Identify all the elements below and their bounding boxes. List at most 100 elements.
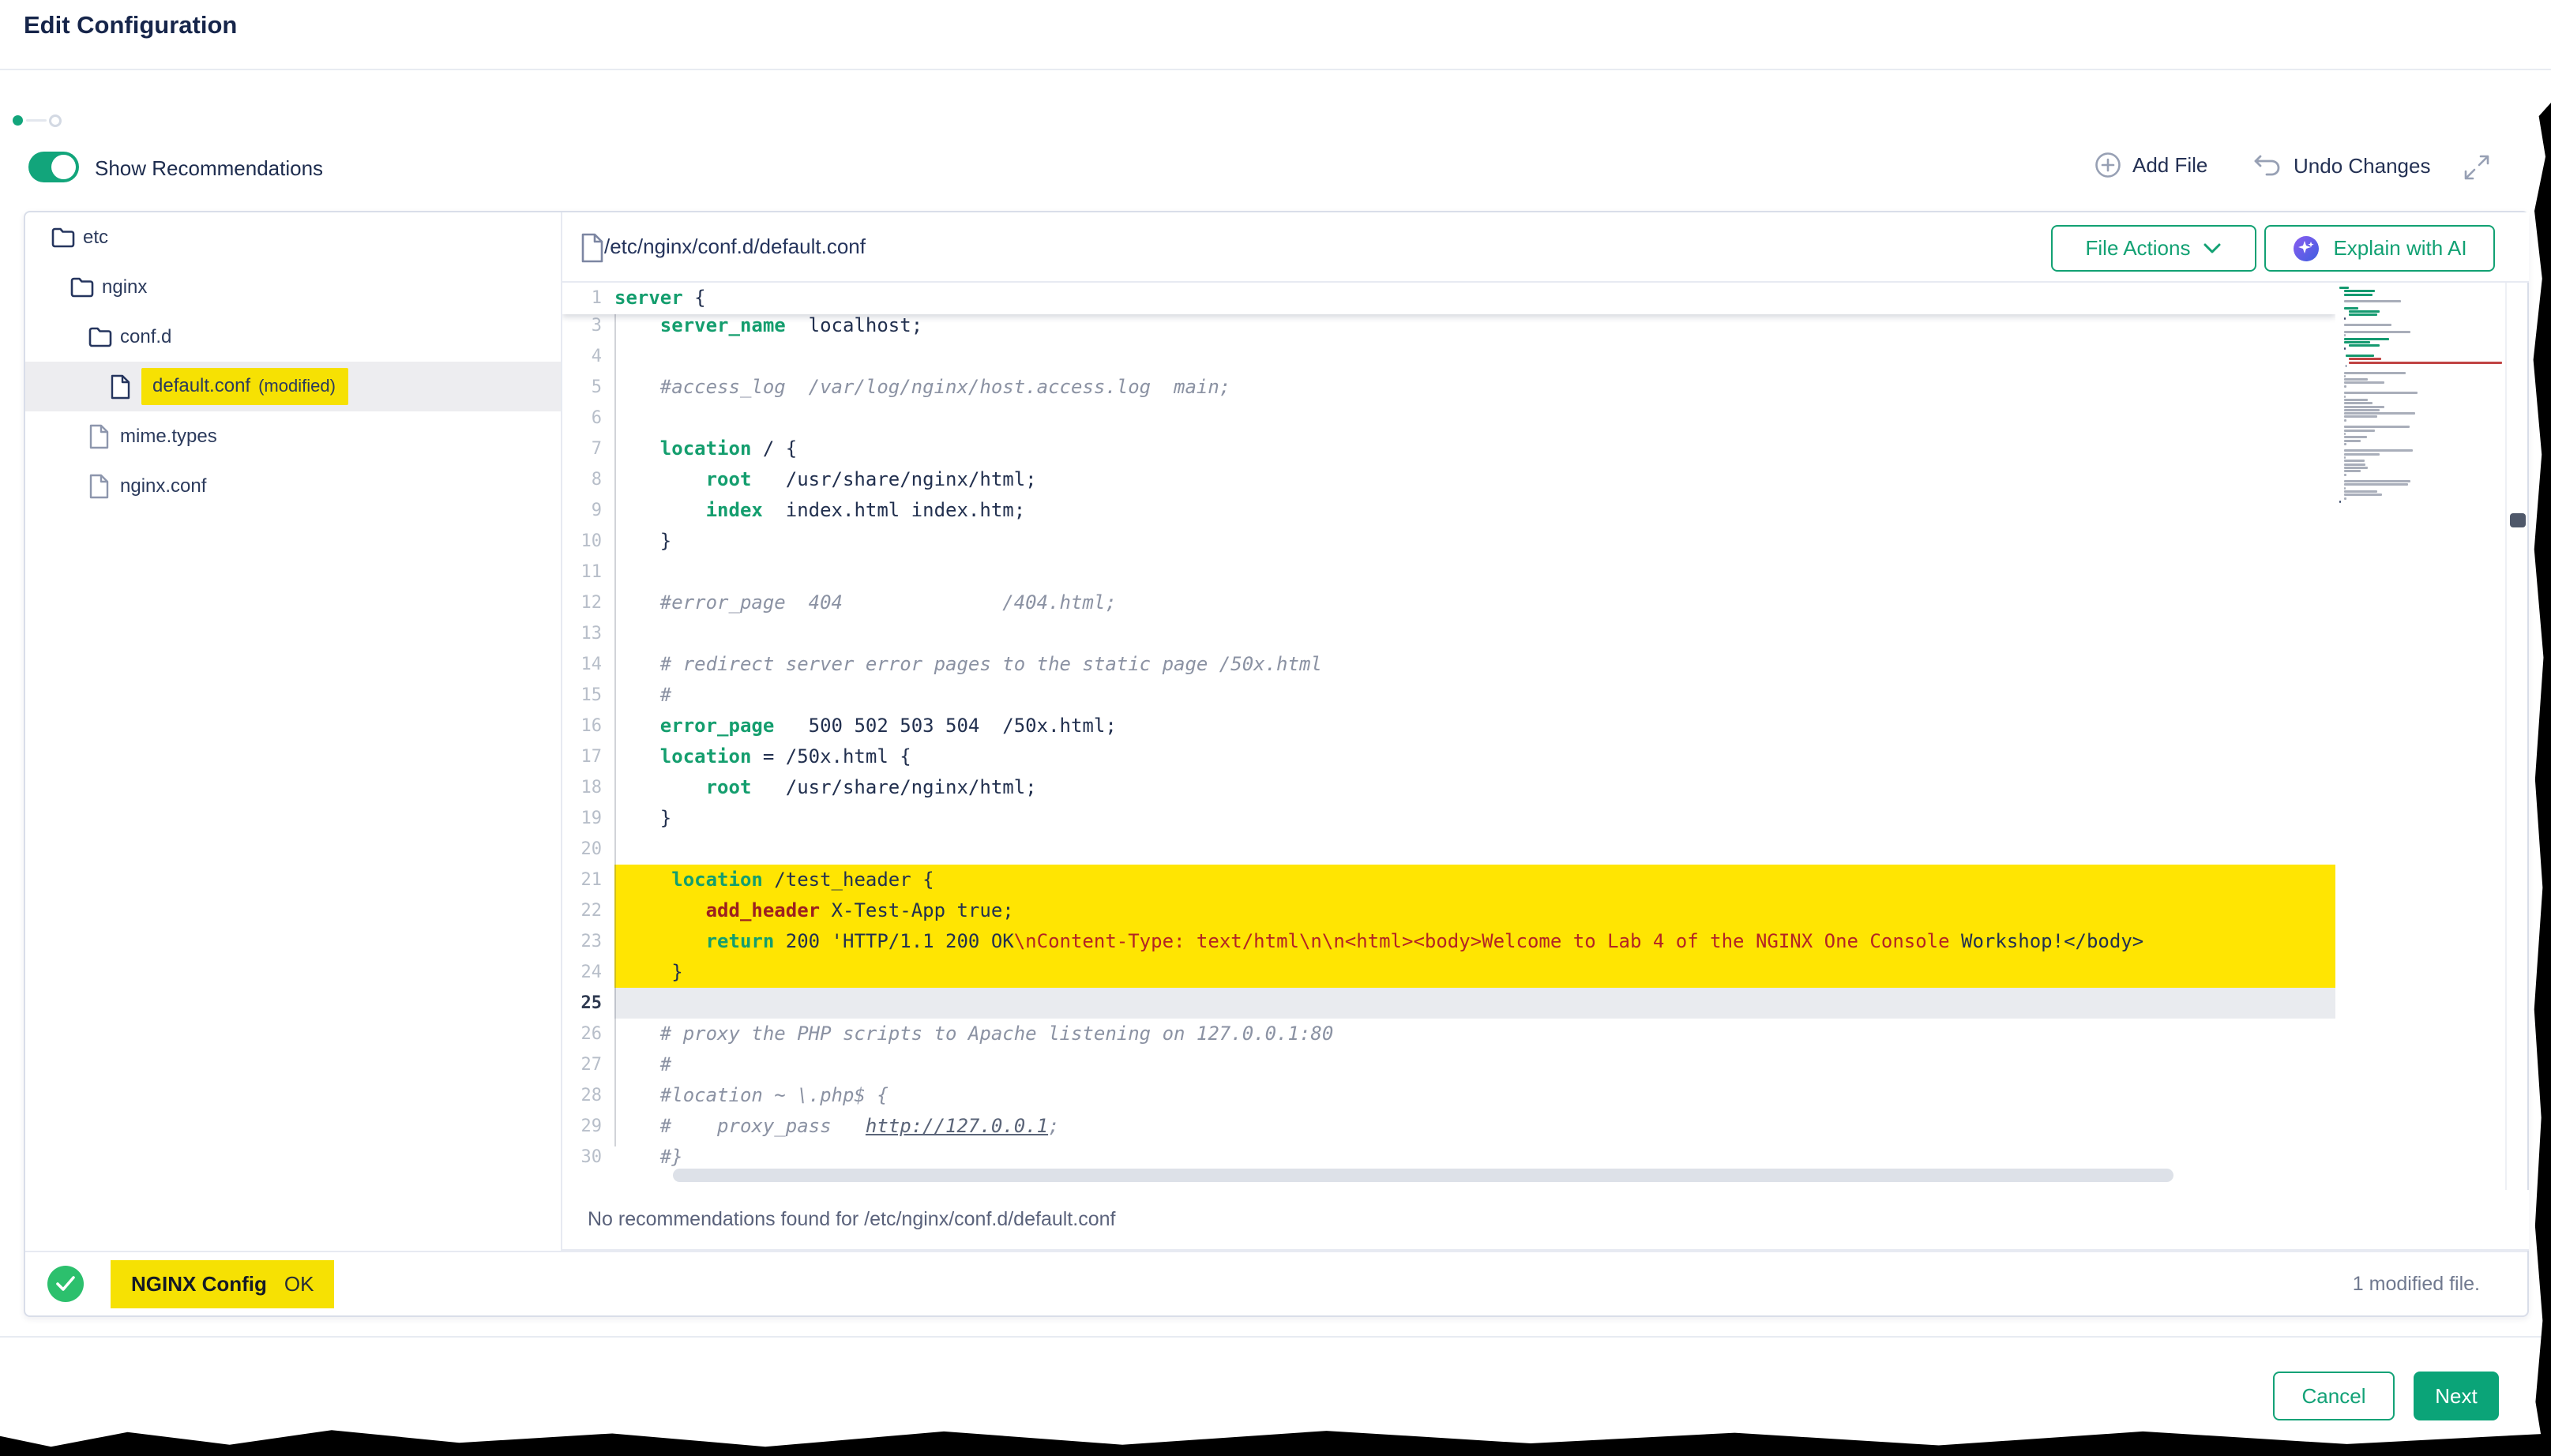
header-divider	[0, 69, 2551, 70]
line-number: 29	[562, 1111, 614, 1142]
file-actions-button[interactable]: File Actions	[2051, 225, 2256, 272]
minimap-line	[2344, 331, 2410, 333]
minimap-line	[2344, 341, 2370, 343]
code-line-28: 28 #location ~ \.php$ {	[562, 1080, 2335, 1111]
minimap-line	[2344, 412, 2415, 415]
tree-item-label: mime.types	[120, 426, 217, 448]
vertical-scrollbar-thumb[interactable]	[2510, 513, 2526, 527]
horizontal-scrollbar[interactable]	[673, 1169, 2173, 1182]
next-button[interactable]: Next	[2414, 1372, 2499, 1420]
file-icon	[88, 424, 109, 449]
minimap-line	[2344, 372, 2406, 374]
code-line-10: 10 }	[562, 526, 2335, 557]
minimap-line	[2344, 440, 2361, 442]
no-recommendations-text: No recommendations found for /etc/nginx/…	[588, 1208, 1115, 1231]
code-line-20: 20	[562, 834, 2335, 865]
code-line-5: 5 #access_log /var/log/nginx/host.access…	[562, 372, 2335, 403]
vertical-scrollbar-track[interactable]	[2505, 283, 2527, 1190]
minimap-line	[2344, 487, 2346, 490]
file-icon	[88, 474, 109, 499]
tree-item-nginx[interactable]: nginx	[25, 262, 561, 312]
line-number: 22	[562, 895, 614, 926]
minimap-line	[2344, 324, 2391, 326]
tree-item-label: conf.d	[120, 326, 171, 348]
toggle-knob	[51, 155, 76, 179]
tree-item-label: default.conf	[152, 375, 250, 397]
line-number: 11	[562, 557, 614, 587]
config-editor-panel: etc nginx conf.d default.conf(modified) mime…	[24, 211, 2529, 1317]
stepper-step-2[interactable]	[49, 114, 62, 127]
code-line-26: 26 # proxy the PHP scripts to Apache lis…	[562, 1019, 2335, 1049]
open-file-path: /etc/nginx/conf.d/default.conf	[604, 235, 866, 259]
line-number: 12	[562, 587, 614, 618]
line-number: 26	[562, 1019, 614, 1049]
folder-icon	[51, 227, 75, 248]
line-number: 23	[562, 926, 614, 957]
minimap-line	[2344, 474, 2346, 476]
minimap-line	[2349, 358, 2381, 360]
minimap-line	[2344, 334, 2346, 336]
indent-guide	[614, 310, 616, 1146]
minimap-line	[2346, 355, 2374, 357]
minimap-line	[2344, 381, 2384, 384]
code-line-4: 4	[562, 341, 2335, 372]
explain-with-ai-button[interactable]: Explain with AI	[2264, 225, 2495, 272]
minimap-line	[2344, 307, 2358, 310]
code-line-19: 19 }	[562, 803, 2335, 834]
line-number: 16	[562, 711, 614, 741]
line-number: 14	[562, 649, 614, 680]
line-number: 25	[562, 988, 614, 1019]
minimap-line	[2344, 419, 2346, 422]
line-number: 21	[562, 865, 614, 895]
code-line-9: 9 index index.html index.htm;	[562, 495, 2335, 526]
chevron-down-icon	[2203, 242, 2222, 255]
code-line-3: 3 server_name localhost;	[562, 310, 2335, 341]
undo-changes-button[interactable]: Undo Changes	[2252, 152, 2430, 180]
editor-header: /etc/nginx/conf.d/default.conf File Acti…	[562, 212, 2529, 283]
line-number: 13	[562, 618, 614, 649]
minimap-line	[2344, 385, 2346, 388]
line-number: 1	[562, 283, 614, 314]
line-number: 8	[562, 464, 614, 495]
stepper-connector	[26, 119, 47, 122]
tree-item-default-conf[interactable]: default.conf(modified)	[25, 362, 561, 411]
tree-item-nginx-conf[interactable]: nginx.conf	[25, 461, 561, 511]
edit-configuration-modal: Edit Configuration Show Recommendations …	[0, 0, 2551, 1456]
minimap-line	[2344, 470, 2361, 472]
minimap-line	[2344, 460, 2365, 462]
minimap-line	[2346, 365, 2347, 367]
cancel-button[interactable]: Cancel	[2273, 1372, 2395, 1420]
code-minimap[interactable]	[2338, 283, 2505, 1188]
tree-item-mime-types[interactable]: mime.types	[25, 411, 561, 461]
minimap-line	[2344, 409, 2380, 411]
code-line-13: 13	[562, 618, 2335, 649]
code-line-27: 27 #	[562, 1049, 2335, 1080]
line-number: 30	[562, 1142, 614, 1173]
tree-item-etc[interactable]: etc	[25, 212, 561, 262]
modified-files-note: 1 modified file.	[2353, 1273, 2480, 1296]
stepper-step-1[interactable]	[13, 115, 23, 126]
code-line-24: 24 }	[562, 957, 2335, 988]
code-line-23: 23 return 200 'HTTP/1.1 200 OK\nContent-…	[562, 926, 2335, 957]
minimap-line	[2344, 436, 2367, 438]
tree-item-conf-d[interactable]: conf.d	[25, 312, 561, 362]
line-number: 10	[562, 526, 614, 557]
tree-item-label: nginx.conf	[120, 475, 206, 497]
sticky-code-line: 1server {	[562, 283, 2335, 314]
code-editor[interactable]: 1server { 3 server_name localhost;45 #ac…	[562, 283, 2335, 1190]
nginx-config-status: OK	[284, 1272, 314, 1297]
file-actions-label: File Actions	[2086, 236, 2191, 261]
minimap-line	[2344, 493, 2382, 496]
minimap-line	[2344, 399, 2368, 401]
minimap-line	[2349, 310, 2380, 313]
code-line-17: 17 location = /50x.html {	[562, 741, 2335, 772]
minimap-line	[2344, 430, 2375, 432]
show-recommendations-toggle[interactable]	[28, 152, 79, 182]
tree-item-label: etc	[83, 227, 108, 249]
expand-icon[interactable]	[2463, 153, 2491, 182]
add-file-button[interactable]: Add File	[2095, 152, 2207, 178]
nginx-config-label: NGINX Config	[131, 1272, 267, 1297]
code-line-25: 25	[562, 988, 2335, 1019]
minimap-line	[2344, 415, 2377, 418]
screenshot-torn-edge-bottom	[0, 1423, 2551, 1456]
